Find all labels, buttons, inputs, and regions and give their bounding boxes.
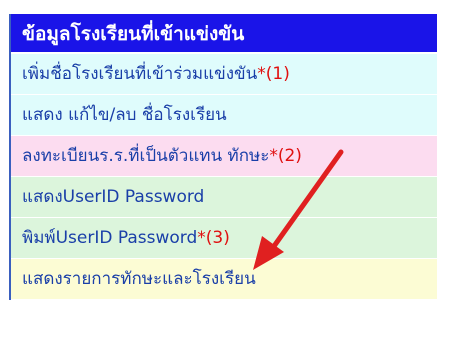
required-marker: *(3) <box>197 228 230 248</box>
menu-item-label: ลงทะเบียนร.ร.ที่เป็นตัวแทน ทักษะ <box>22 146 270 166</box>
menu-item-edit-school[interactable]: แสดง แก้ไข/ลบ ชื่อโรงเรียน <box>11 95 437 136</box>
menu-item-label: แสดงUserID Password <box>22 187 205 207</box>
menu-item-add-school[interactable]: เพิ่มชื่อโรงเรียนที่เข้าร่วมแข่งขัน*(1) <box>11 54 437 95</box>
menu-item-print-userid-password[interactable]: พิมพ์UserID Password*(3) <box>11 218 437 259</box>
required-marker: *(2) <box>269 146 302 166</box>
menu-item-register-representative[interactable]: ลงทะเบียนร.ร.ที่เป็นตัวแทน ทักษะ*(2) <box>11 136 437 177</box>
menu-item-label: แสดงรายการทักษะและโรงเรียน <box>22 269 256 289</box>
menu-item-show-userid-password[interactable]: แสดงUserID Password <box>11 177 437 218</box>
school-menu: ข้อมูลโรงเรียนที่เข้าแข่งขัน เพิ่มชื่อโร… <box>9 14 437 300</box>
menu-item-show-skills-schools[interactable]: แสดงรายการทักษะและโรงเรียน <box>11 259 437 300</box>
menu-item-label: พิมพ์UserID Password <box>22 228 198 248</box>
menu-item-label: แสดง แก้ไข/ลบ ชื่อโรงเรียน <box>22 105 227 125</box>
menu-item-label: เพิ่มชื่อโรงเรียนที่เข้าร่วมแข่งขัน <box>22 64 258 84</box>
required-marker: *(1) <box>257 64 290 84</box>
menu-header: ข้อมูลโรงเรียนที่เข้าแข่งขัน <box>11 14 437 54</box>
